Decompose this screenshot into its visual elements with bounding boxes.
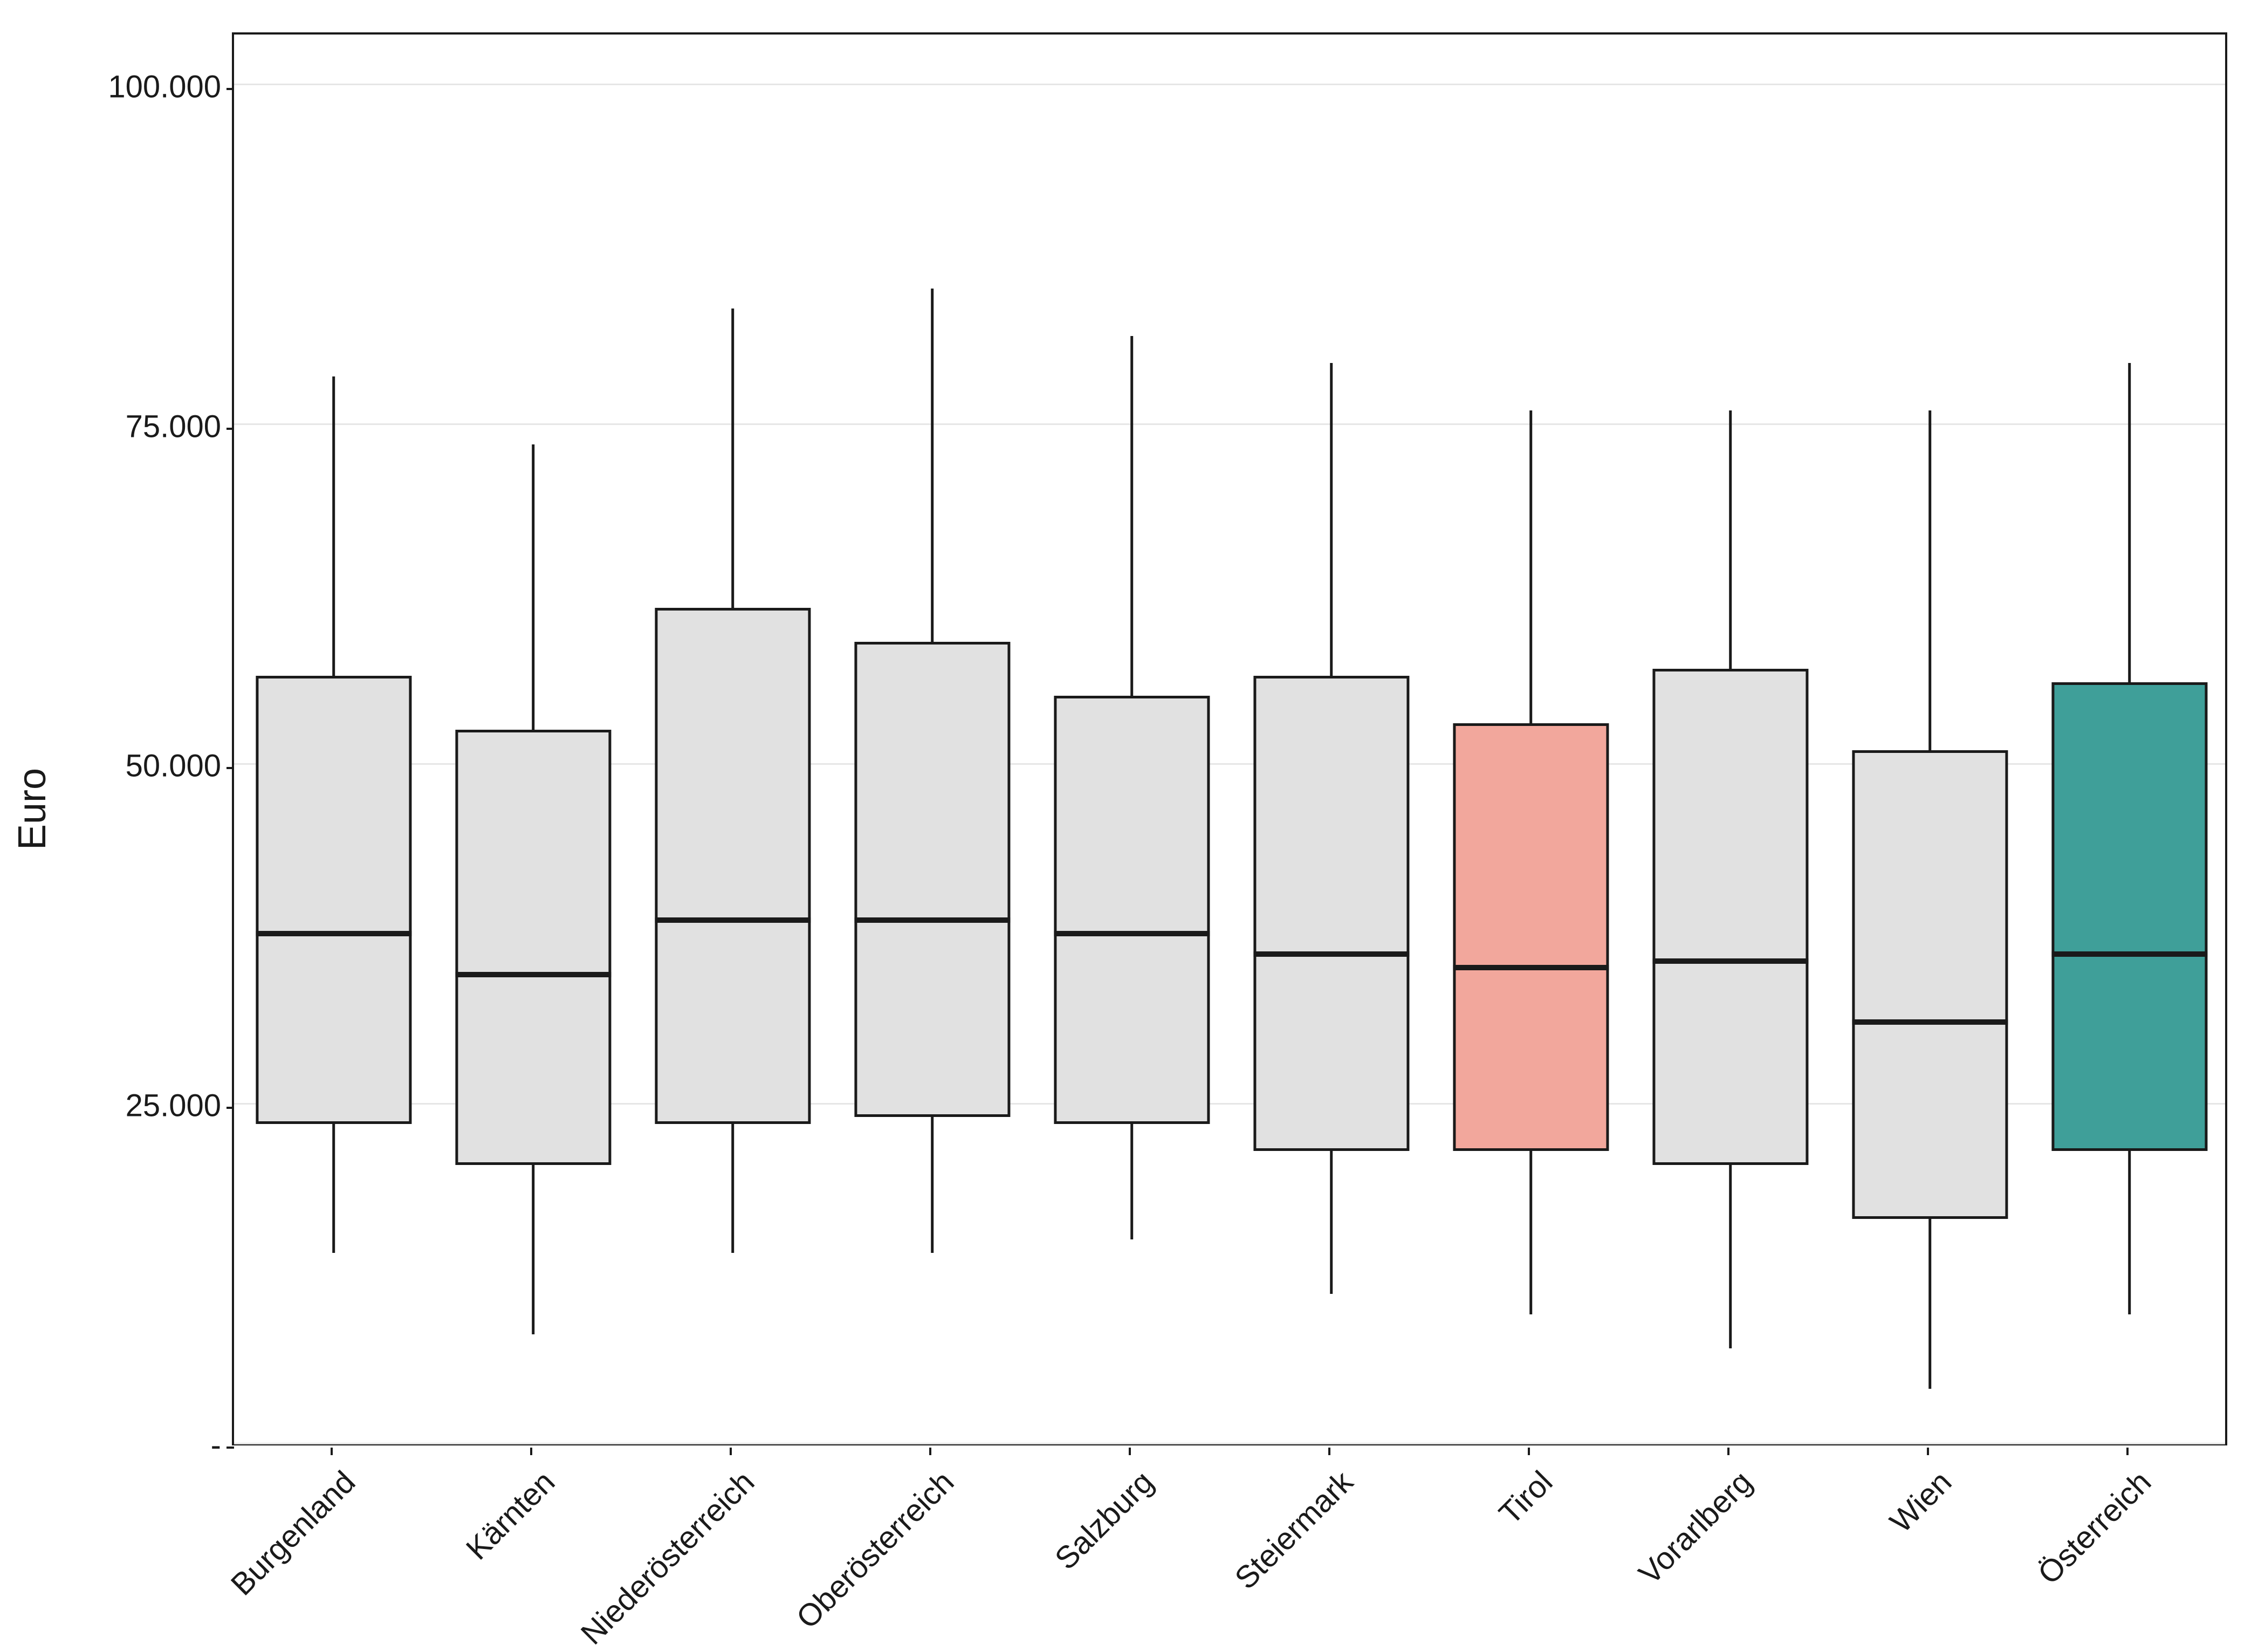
x-tick-mark [929,1448,931,1455]
x-tick-label: Niederösterreich [574,1462,764,1652]
y-tick-mark [226,88,234,90]
boxplot-niederösterreich [655,30,811,1443]
x-tick-mark [1328,1448,1330,1455]
boxplot-chart: Euro - 25.000 50.000 75.000 100.000 Burgenla… [0,0,2265,1618]
boxplot-salzburg [1054,30,1210,1443]
x-tick-mark [1528,1448,1530,1455]
x-tick-mark [1727,1448,1729,1455]
median-line [1653,958,1809,964]
x-tick-mark [1927,1448,1929,1455]
boxplot-oberösterreich [855,30,1011,1443]
x-tick-label: Salzburg [1048,1462,1163,1576]
x-tick-label: Oberösterreich [790,1462,964,1636]
boxplot-wien [1852,30,2008,1443]
x-tick-label: Wien [1883,1462,1961,1540]
median-line [1453,965,1609,970]
x-tick-mark [331,1448,333,1455]
median-line [2052,951,2208,957]
x-tick-mark [2126,1448,2129,1455]
boxplot-kärnten [456,30,612,1443]
x-tick-label: Kärnten [459,1462,564,1567]
y-tick-mark [226,1107,234,1109]
median-line [1254,951,1410,957]
y-tick-label: 75.000 [126,408,221,444]
y-tick-mark [226,428,234,430]
median-line [1054,931,1210,936]
median-line [655,917,811,923]
median-line [1852,1019,2008,1025]
iqr-box [456,730,612,1164]
x-tick-mark [530,1448,532,1455]
x-tick-label: Steiermark [1227,1462,1362,1596]
median-line [456,972,612,977]
x-tick-label: Tirol [1492,1462,1562,1532]
median-line [256,931,412,936]
y-axis-title: Euro [10,768,54,850]
x-tick-mark [730,1448,732,1455]
iqr-box [1852,750,2008,1219]
iqr-box [855,642,1011,1118]
boxplot-österreich [2052,30,2208,1443]
y-tick-label: - [211,1428,221,1464]
iqr-box [1453,723,1609,1151]
y-tick-mark [226,1447,234,1449]
x-tick-label: Österreich [2031,1462,2161,1592]
boxplot-vorarlberg [1653,30,1809,1443]
iqr-box [2052,682,2208,1151]
x-tick-label: Burgenland [224,1462,365,1602]
x-tick-label: Vorarlberg [1632,1462,1762,1592]
y-tick-label: 50.000 [126,748,221,784]
boxplot-tirol [1453,30,1609,1443]
y-tick-label: 100.000 [108,68,221,105]
plot-panel [232,32,2227,1445]
y-tick-label: 25.000 [126,1088,221,1124]
iqr-box [256,676,412,1124]
iqr-box [1254,676,1410,1151]
x-tick-mark [1129,1448,1131,1455]
iqr-box [1054,696,1210,1124]
iqr-box [1653,669,1809,1165]
boxplot-burgenland [256,30,412,1443]
boxplot-steiermark [1254,30,1410,1443]
iqr-box [655,608,811,1124]
median-line [855,917,1011,923]
y-tick-mark [226,767,234,769]
